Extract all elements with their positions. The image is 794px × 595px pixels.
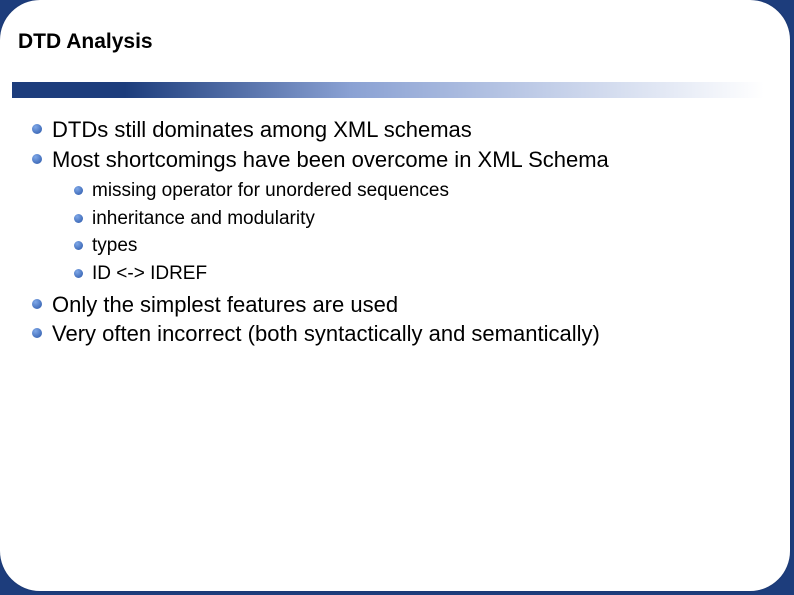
bullet-icon: [74, 186, 83, 195]
list-item: DTDs still dominates among XML schemas: [32, 116, 760, 144]
list-item-text: Only the simplest features are used: [52, 291, 398, 319]
bullet-icon: [74, 214, 83, 223]
slide-card: DTD Analysis DTDs still dominates among …: [0, 0, 790, 591]
sublist: missing operator for unordered sequences…: [74, 179, 760, 287]
bullet-icon: [32, 154, 42, 164]
accent-bar: [12, 82, 764, 98]
list-item: Very often incorrect (both syntactically…: [32, 320, 760, 348]
list-item-text: Very often incorrect (both syntactically…: [52, 320, 600, 348]
bullet-icon: [32, 328, 42, 338]
slide-background: DTD Analysis DTDs still dominates among …: [0, 0, 794, 595]
list-item-text: inheritance and modularity: [92, 207, 315, 232]
bullet-icon: [32, 124, 42, 134]
list-item-text: ID <-> IDREF: [92, 262, 207, 287]
slide-content: DTDs still dominates among XML schemas M…: [32, 116, 760, 350]
list-item: types: [74, 234, 760, 259]
bullet-icon: [32, 299, 42, 309]
list-item: ID <-> IDREF: [74, 262, 760, 287]
list-item: Most shortcomings have been overcome in …: [32, 146, 760, 174]
list-item: Only the simplest features are used: [32, 291, 760, 319]
bullet-icon: [74, 269, 83, 278]
list-item: missing operator for unordered sequences: [74, 179, 760, 204]
list-item-text: missing operator for unordered sequences: [92, 179, 449, 204]
bullet-icon: [74, 241, 83, 250]
list-item: inheritance and modularity: [74, 207, 760, 232]
slide-title: DTD Analysis: [18, 30, 153, 54]
list-item-text: Most shortcomings have been overcome in …: [52, 146, 609, 174]
list-item-text: DTDs still dominates among XML schemas: [52, 116, 472, 144]
list-item-text: types: [92, 234, 137, 259]
